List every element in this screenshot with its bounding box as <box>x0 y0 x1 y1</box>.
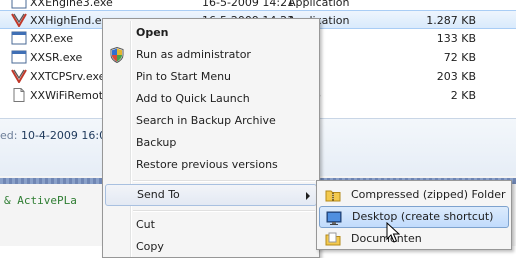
xxhighend-icon <box>11 69 27 83</box>
menu-item-label: Open <box>136 26 169 39</box>
shield-icon <box>110 47 124 63</box>
file-size: 1.287 KB <box>426 14 476 27</box>
menu-item-label: Copy <box>136 240 164 253</box>
submenu-item-label: Compressed (zipped) Folder <box>351 188 506 201</box>
submenu-arrow-icon <box>306 192 310 200</box>
menu-item-run-as-administrator[interactable]: Run as administrator <box>105 44 317 66</box>
file-name: XXSR.exe <box>30 51 83 64</box>
submenu-item-compressed-folder[interactable]: Compressed (zipped) Folder <box>319 184 509 206</box>
documents-folder-icon <box>325 232 341 246</box>
code-line: & ActivePLa <box>4 194 77 207</box>
exe-icon <box>11 50 27 64</box>
date-modified: ed: 10-4-2009 16:07 <box>0 129 113 142</box>
menu-item-copy[interactable]: Copy <box>105 236 317 258</box>
file-size: 72 KB <box>443 51 476 64</box>
file-name: XXWiFiRemot <box>30 89 104 102</box>
menu-separator <box>133 210 315 212</box>
xxhighend-icon <box>11 13 27 27</box>
menu-item-restore-previous-versions[interactable]: Restore previous versions <box>105 154 317 176</box>
date-modified-label: ed: <box>0 129 18 142</box>
submenu-item-label: Desktop (create shortcut) <box>352 210 494 223</box>
menu-item-open[interactable]: Open <box>105 22 317 44</box>
menu-separator <box>133 180 315 182</box>
menu-item-label: Send To <box>137 188 180 201</box>
menu-item-backup[interactable]: Backup <box>105 132 317 154</box>
file-icon <box>13 88 25 102</box>
menu-item-label: Pin to Start Menu <box>136 70 232 83</box>
context-menu: Open Run as administrator Pin to Start M… <box>102 18 320 258</box>
submenu-item-documenten[interactable]: Documenten <box>319 228 509 250</box>
menu-item-pin-to-start-menu[interactable]: Pin to Start Menu <box>105 66 317 88</box>
file-name: XXTCPSrv.exe <box>30 70 106 83</box>
mouse-cursor-icon <box>386 222 400 243</box>
menu-item-label: Restore previous versions <box>136 158 278 171</box>
menu-item-search-in-backup-archive[interactable]: Search in Backup Archive <box>105 110 317 132</box>
file-size: 133 KB <box>436 32 476 45</box>
menu-item-send-to[interactable]: Send To <box>105 184 317 206</box>
menu-item-label: Run as administrator <box>136 48 251 61</box>
send-to-submenu: Compressed (zipped) Folder Desktop (crea… <box>316 180 512 250</box>
file-size: 203 KB <box>436 70 476 83</box>
desktop-icon <box>326 211 342 225</box>
exe-icon <box>11 0 27 9</box>
submenu-item-desktop-shortcut[interactable]: Desktop (create shortcut) <box>319 206 509 228</box>
file-name: XXP.exe <box>30 32 74 45</box>
menu-item-label: Add to Quick Launch <box>136 92 250 105</box>
menu-item-add-to-quick-launch[interactable]: Add to Quick Launch <box>105 88 317 110</box>
menu-item-label: Backup <box>136 136 177 149</box>
date-modified-value: 10-4-2009 16:07 <box>20 129 114 142</box>
exe-icon <box>11 31 27 45</box>
zip-folder-icon <box>325 190 341 202</box>
file-size: 2 KB <box>450 89 476 102</box>
menu-item-label: Search in Backup Archive <box>136 114 276 127</box>
menu-item-cut[interactable]: Cut <box>105 214 317 236</box>
menu-item-label: Cut <box>136 218 155 231</box>
